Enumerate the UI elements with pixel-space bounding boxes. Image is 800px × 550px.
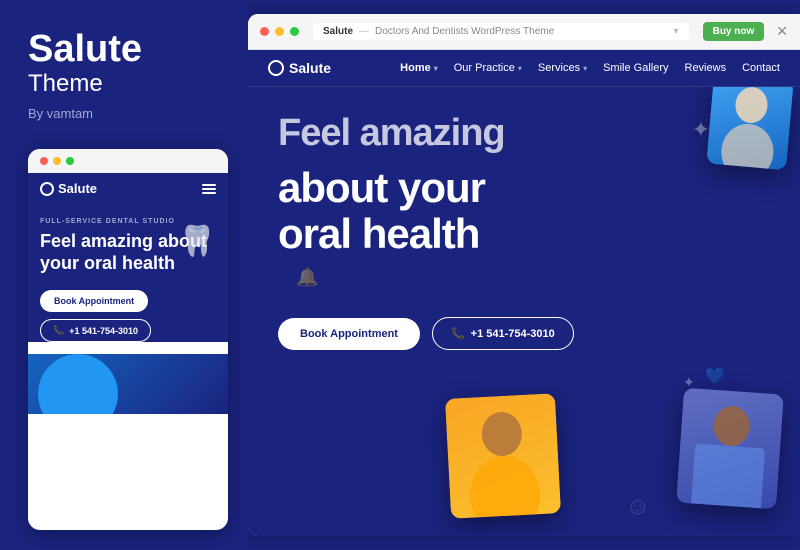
browser-dot-red bbox=[260, 27, 269, 36]
floating-portrait-center bbox=[445, 393, 561, 519]
mobile-hero-body: FULL-SERVICE DENTAL STUDIO Feel amazing … bbox=[28, 204, 228, 342]
site-logo: Salute bbox=[268, 60, 331, 76]
close-icon[interactable]: ✕ bbox=[776, 23, 788, 40]
site-hero: Feel amazing about your oral health ✦ 🔔 … bbox=[248, 87, 800, 536]
bell-deco-icon: 🔔 bbox=[296, 267, 318, 288]
nav-our-practice[interactable]: Our Practice ▾ bbox=[454, 62, 522, 74]
mobile-navbar: Salute bbox=[28, 173, 228, 204]
phone-button[interactable]: 📞 +1 541-754-3010 bbox=[432, 317, 574, 350]
nav-smile-gallery[interactable]: Smile Gallery bbox=[603, 62, 668, 74]
globe-icon bbox=[40, 182, 54, 196]
url-sep: — bbox=[359, 26, 369, 37]
mobile-bottom-image bbox=[28, 354, 228, 414]
nav-links: Home ▾ Our Practice ▾ Services ▾ Smile G… bbox=[400, 62, 780, 74]
right-panel-browser: Salute — Doctors And Dentists WordPress … bbox=[248, 14, 800, 536]
dot-yellow bbox=[53, 157, 61, 165]
brand-subtitle: Theme bbox=[28, 70, 228, 98]
smile-circle-decoration bbox=[38, 354, 118, 414]
brand-title: Salute bbox=[28, 30, 228, 68]
mobile-site-logo: Salute bbox=[40, 181, 97, 196]
phone-icon: 📞 bbox=[53, 325, 64, 336]
browser-titlebar: Salute — Doctors And Dentists WordPress … bbox=[248, 14, 800, 50]
left-panel: Salute Theme By vamtam Salute FULL-SERVI… bbox=[0, 0, 248, 550]
browser-url-bar: Salute — Doctors And Dentists WordPress … bbox=[313, 23, 689, 40]
url-brand: Salute bbox=[323, 26, 353, 37]
globe-logo-icon bbox=[268, 60, 284, 76]
browser-dot-green bbox=[290, 27, 299, 36]
nav-services[interactable]: Services ▾ bbox=[538, 62, 587, 74]
dot-red bbox=[40, 157, 48, 165]
book-appointment-button[interactable]: Book Appointment bbox=[278, 318, 420, 350]
hero-cta-buttons: Book Appointment 📞 +1 541-754-3010 bbox=[278, 317, 770, 350]
site-navbar: Salute Home ▾ Our Practice ▾ Services ▾ … bbox=[248, 50, 800, 87]
nav-contact[interactable]: Contact bbox=[742, 62, 780, 74]
chevron-services: ▾ bbox=[583, 64, 587, 73]
mobile-cta-buttons: Book Appointment 📞 +1 541-754-3010 bbox=[40, 290, 216, 342]
hero-text-block: Feel amazing about your oral health bbox=[278, 112, 770, 257]
phone-icon: 📞 bbox=[451, 327, 465, 340]
dot-green bbox=[66, 157, 74, 165]
browser-dot-yellow bbox=[275, 27, 284, 36]
buy-now-button[interactable]: Buy now bbox=[703, 22, 765, 41]
tooth-icon: 🦷 bbox=[179, 224, 216, 259]
website-content: Salute Home ▾ Our Practice ▾ Services ▾ … bbox=[248, 50, 800, 536]
mobile-phone-button[interactable]: 📞 +1 541-754-3010 bbox=[40, 319, 151, 342]
smiley-deco-icon: ☺ bbox=[625, 493, 650, 521]
nav-home[interactable]: Home ▾ bbox=[400, 62, 438, 74]
mobile-card-titlebar bbox=[28, 149, 228, 173]
hero-headline-main: about your oral health bbox=[278, 165, 770, 257]
heart-tooth-icon: 💙 bbox=[705, 366, 725, 386]
chevron-practice: ▾ bbox=[518, 64, 522, 73]
mobile-book-button[interactable]: Book Appointment bbox=[40, 290, 148, 312]
floating-portrait-right bbox=[676, 388, 784, 510]
hamburger-icon[interactable] bbox=[202, 184, 216, 194]
chevron-down-icon: ▾ bbox=[674, 26, 679, 37]
nav-reviews[interactable]: Reviews bbox=[685, 62, 727, 74]
mobile-preview-card: Salute FULL-SERVICE DENTAL STUDIO Feel a… bbox=[28, 149, 228, 530]
url-desc: Doctors And Dentists WordPress Theme bbox=[375, 26, 554, 37]
hero-headline-top: Feel amazing bbox=[278, 112, 770, 155]
brand-by: By vamtam bbox=[28, 106, 228, 121]
chevron-home: ▾ bbox=[434, 64, 438, 73]
